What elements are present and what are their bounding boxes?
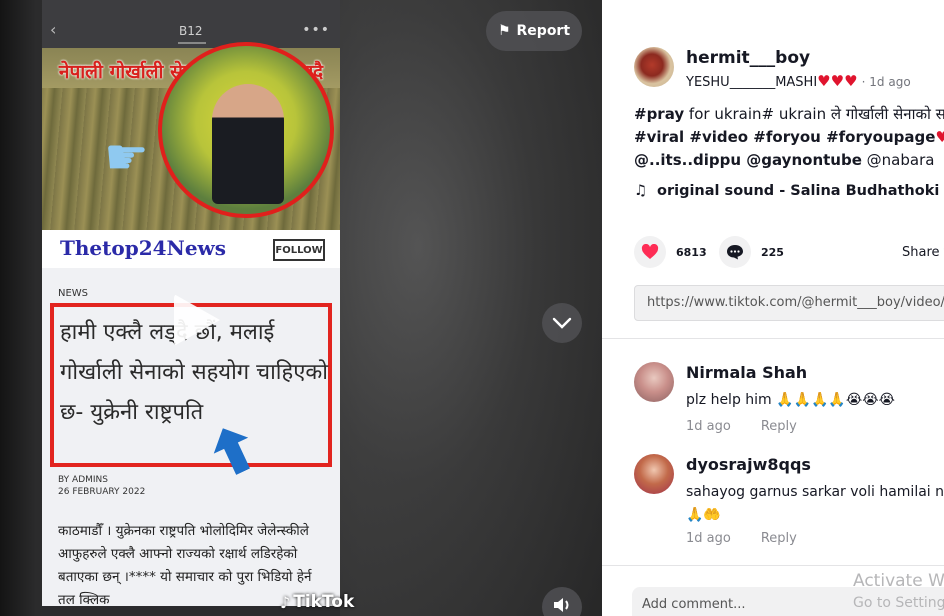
share-to-label[interactable]: Share t [902,245,944,260]
report-button[interactable]: ⚑ Report [486,11,582,51]
byline-date: 26 FEBRUARY 2022 [58,487,146,497]
comment-button[interactable]: 225 [719,236,784,268]
os-activation-watermark: Activate W Go to Settings [853,571,944,611]
nickname: YESHU_______MASHI [686,75,818,90]
author-subline: YESHU_______MASHI♥♥♥ · 1d ago [686,72,911,90]
comment-meta: 1d ago Reply [686,419,797,434]
next-video-button[interactable] [542,303,582,343]
reply-link[interactable]: Reply [761,531,797,546]
divider [602,565,944,566]
report-label: Report [516,23,571,39]
comment-item: dyosrajw8qqs sahayog garnus sarkar voli … [634,454,944,554]
phone-tab-label: B12 [179,24,203,38]
post-time: · 1d ago [861,75,911,89]
comment-icon [719,236,751,268]
heart-emojis: ♥♥♥ [817,72,858,90]
tiktok-watermark: ♪ TikTok [280,592,355,612]
comment-time: 1d ago [686,531,731,546]
tab-underline [178,42,206,44]
post-caption: #pray for ukrain# ukrain ले गोर्खाली सेन… [634,105,944,169]
comment-text: plz help him 🙏🙏🙏🙏😭😭😭 [686,392,895,408]
sound-title: original sound - Salina Budhathoki [657,183,940,199]
phone-status-header: ‹ B12 ••• [42,0,340,48]
comment-count: 225 [761,245,784,259]
like-button[interactable]: 6813 [634,236,707,268]
chevron-left-icon: ‹ [50,20,57,39]
avatar[interactable] [634,454,674,494]
byline: BY ADMINS 26 FEBRUARY 2022 [58,474,145,498]
divider [602,338,944,339]
heart-icon [634,236,666,268]
comment-time: 1d ago [686,419,731,434]
comment-text: sahayog garnus sarkar voli hamilai ni 🙏🤲 [686,484,944,523]
speaker-figure [212,84,284,204]
comment-meta: 1d ago Reply [686,531,797,546]
avatar[interactable] [634,47,674,87]
flag-icon: ⚑ [497,23,511,39]
comment-author[interactable]: Nirmala Shah [686,363,807,382]
tiktok-logo-icon: ♪ [280,592,291,612]
comment-item: Nirmala Shah plz help him 🙏🙏🙏🙏😭😭😭 1d ago… [634,362,944,442]
byline-author: BY ADMINS [58,475,108,485]
video-pane: ‹ B12 ••• नेपाली गोर्खाली सेना सँग सहयोग… [0,0,602,616]
avatar[interactable] [634,362,674,402]
follow-badge: FOLLOW [273,239,325,261]
reply-link[interactable]: Reply [761,419,797,434]
username[interactable]: hermit___boy [686,48,810,68]
chevron-down-icon [552,313,572,334]
news-brand: Thetop24News [60,236,227,260]
pointing-hand-icon: ☛ [104,128,149,186]
volume-icon [552,596,572,616]
comment-author[interactable]: dyosrajw8qqs [686,455,811,474]
sound-link[interactable]: ♫ original sound - Salina Budhathoki [634,183,939,199]
hashtag-links[interactable]: #viral #video #foryou #foryoupage [634,128,935,146]
music-note-icon: ♫ [634,183,647,199]
highlight-circle [158,42,334,218]
mention-links[interactable]: @..its..dippu @gaynontube [634,151,862,169]
section-label: NEWS [58,288,89,299]
like-count: 6813 [676,245,707,259]
post-info-panel: hermit___boy YESHU_______MASHI♥♥♥ · 1d a… [602,0,944,616]
hashtag-link[interactable]: #pray [634,105,684,123]
video-link-field[interactable]: https://www.tiktok.com/@hermit___boy/vid… [634,285,944,321]
more-dots-icon: ••• [302,22,330,38]
